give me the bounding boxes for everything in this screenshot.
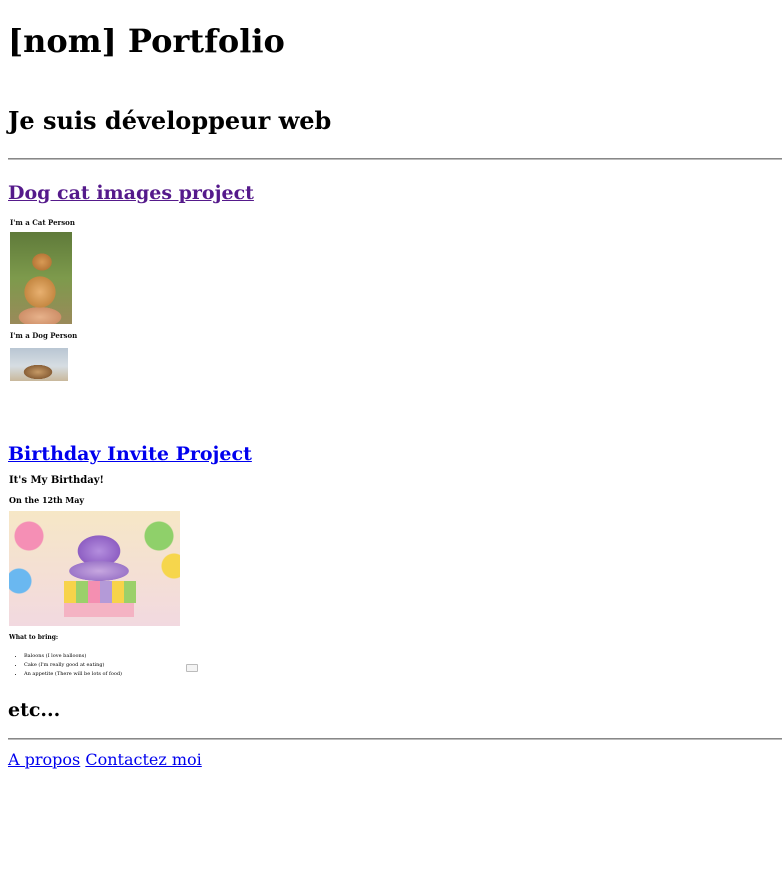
- project-heading-birthday: Birthday Invite Project: [8, 442, 782, 466]
- dog-caption: I'm a Dog Person: [10, 331, 78, 340]
- project-link-dog-cat[interactable]: Dog cat images project: [8, 182, 254, 204]
- about-link[interactable]: A propos: [8, 750, 80, 769]
- footer-nav: A propos Contactez moi: [8, 749, 782, 771]
- thumbnail-button: [186, 664, 198, 672]
- top-divider: [8, 158, 782, 160]
- project-heading-dog-cat: Dog cat images project: [8, 181, 782, 205]
- page: [nom] Portfolio Je suis développeur web …: [0, 22, 782, 771]
- birthday-date: On the 12th May: [9, 495, 85, 505]
- cat-caption: I'm a Cat Person: [10, 218, 75, 227]
- page-subtitle: Je suis développeur web: [8, 106, 332, 135]
- etc-label: etc...: [8, 699, 61, 721]
- cat-image: [10, 232, 72, 324]
- dog-image: [10, 348, 68, 381]
- bring-list: Baloons (I love balloons) Cake (I'm real…: [14, 652, 122, 679]
- project-thumbnail-dog-cat: I'm a Cat Person I'm a Dog Person: [8, 217, 78, 385]
- birthday-cake-image: [9, 511, 180, 626]
- list-item: Cake (I'm really good at eating): [24, 661, 122, 670]
- list-item: An appetite (There will be lots of food): [24, 670, 122, 679]
- contact-link[interactable]: Contactez moi: [85, 750, 201, 769]
- bring-heading: What to bring:: [9, 634, 59, 641]
- bottom-divider: [8, 738, 782, 740]
- list-item: Baloons (I love balloons): [24, 652, 122, 661]
- project-thumbnail-birthday: It's My Birthday! On the 12th May What t…: [8, 474, 198, 677]
- page-title: [nom] Portfolio: [8, 22, 285, 60]
- project-link-birthday[interactable]: Birthday Invite Project: [8, 443, 252, 465]
- birthday-heading: It's My Birthday!: [9, 475, 104, 486]
